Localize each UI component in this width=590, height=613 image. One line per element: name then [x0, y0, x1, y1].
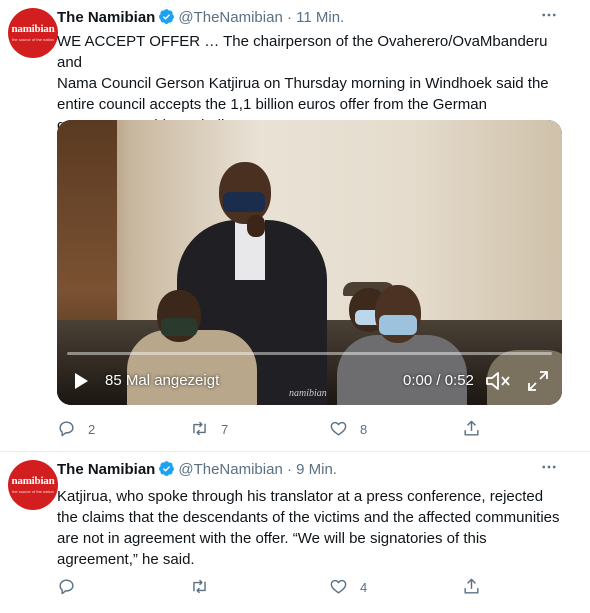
play-icon[interactable]: [73, 372, 89, 390]
avatar[interactable]: namibian the source of the nation: [8, 460, 58, 510]
reply-icon: [59, 579, 74, 595]
heart-icon: [330, 421, 347, 436]
video-progress-bar[interactable]: [67, 352, 552, 355]
speaker-hand-microphone: [247, 215, 265, 237]
author-name[interactable]: The Namibian: [57, 461, 155, 478]
more-horizontal-icon: [542, 13, 556, 17]
video-player[interactable]: namibian 85 Mal angezeigt 0:00 / 0:52: [57, 120, 562, 405]
like-count: 4: [360, 580, 368, 595]
reply-icon: [59, 421, 74, 437]
like-button[interactable]: 4: [329, 577, 367, 599]
tweet[interactable]: namibian the source of the nation The Na…: [0, 0, 590, 452]
share-button[interactable]: [462, 577, 493, 599]
speaker-mask: [223, 192, 265, 212]
share-icon: [464, 578, 479, 594]
tweet-header: The Namibian @TheNamibian · 9 Min.: [57, 460, 337, 480]
seated-person-right-mask: [379, 315, 417, 335]
avatar-logo-text: namibian: [11, 23, 55, 35]
more-options-button[interactable]: [538, 6, 560, 24]
more-options-button[interactable]: [538, 458, 560, 476]
avatar[interactable]: namibian the source of the nation: [8, 8, 58, 58]
tweet-header: The Namibian @TheNamibian · 11 Min.: [57, 8, 344, 28]
fullscreen-icon[interactable]: [527, 370, 549, 392]
tweet-actions: 2 7 8: [57, 419, 497, 441]
heart-icon: [330, 579, 347, 594]
video-controls: 85 Mal angezeigt 0:00 / 0:52: [57, 368, 562, 394]
video-time: 0:00 / 0:52: [403, 372, 474, 389]
more-horizontal-icon: [542, 465, 556, 469]
reply-button[interactable]: 2: [57, 419, 95, 441]
retweet-count: 7: [221, 422, 229, 437]
retweet-button[interactable]: 7: [190, 419, 228, 441]
reply-button[interactable]: [57, 577, 88, 599]
tweet-actions: 4: [57, 577, 497, 599]
like-button[interactable]: 8: [329, 419, 367, 441]
retweet-icon: [193, 421, 206, 436]
video-view-count: 85 Mal angezeigt: [105, 372, 220, 389]
retweet-button[interactable]: [190, 577, 221, 599]
verified-badge-icon: [159, 9, 175, 24]
author-handle[interactable]: @TheNamibian: [178, 9, 282, 26]
tweet-timestamp[interactable]: · 11 Min.: [287, 9, 344, 26]
author-name[interactable]: The Namibian: [57, 9, 155, 26]
mute-icon[interactable]: [485, 370, 511, 392]
seated-person-left-mask: [161, 318, 197, 336]
share-button[interactable]: [462, 419, 493, 441]
tweet[interactable]: namibian the source of the nation The Na…: [0, 452, 590, 613]
avatar-logo-subtext: the source of the nation: [12, 37, 54, 42]
share-icon: [464, 420, 479, 436]
author-handle[interactable]: @TheNamibian: [178, 461, 282, 478]
like-count: 8: [360, 422, 368, 437]
avatar-logo-subtext: the source of the nation: [12, 489, 54, 494]
tweet-timestamp[interactable]: · 9 Min.: [287, 461, 337, 478]
avatar-logo-text: namibian: [11, 475, 55, 487]
verified-badge-icon: [159, 461, 175, 476]
retweet-icon: [193, 579, 206, 594]
tweet-text: Katjirua, who spoke through his translat…: [57, 488, 560, 568]
reply-count: 2: [88, 422, 96, 437]
